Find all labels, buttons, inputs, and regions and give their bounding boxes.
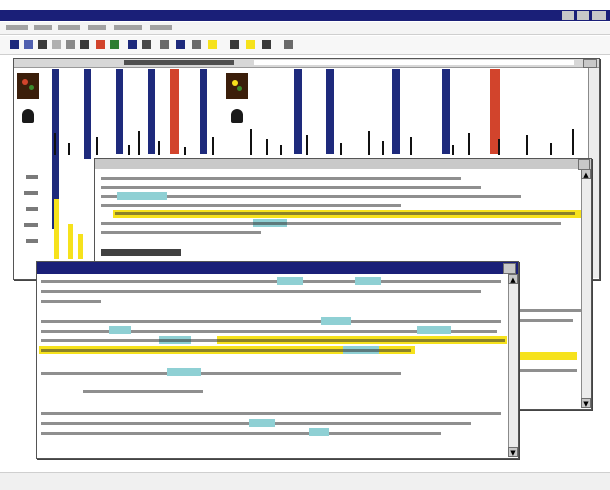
- front-close-button[interactable]: [503, 263, 516, 274]
- menu-item-tools[interactable]: [88, 25, 106, 30]
- front-window-titlebar: [37, 262, 518, 274]
- menu-item-file[interactable]: [6, 25, 28, 30]
- yellow-bar: [78, 234, 83, 259]
- cyan-highlight[interactable]: [355, 277, 381, 285]
- text-line: [41, 280, 501, 283]
- section-heading: [101, 249, 181, 256]
- status-bar: [0, 472, 610, 490]
- text-line: [101, 186, 481, 189]
- matrix-close-button[interactable]: [583, 59, 597, 68]
- front-vertical-scrollbar[interactable]: ▲ ▼: [508, 274, 518, 457]
- text-line: [41, 412, 501, 415]
- save-icon[interactable]: [38, 40, 47, 49]
- row-labels: [18, 171, 46, 261]
- open-icon[interactable]: [24, 40, 33, 49]
- cyan-highlight[interactable]: [321, 317, 351, 325]
- underline-icon[interactable]: [246, 40, 255, 49]
- text-line: [101, 177, 461, 180]
- thumbnail-image-2[interactable]: [226, 73, 248, 99]
- scroll-up-button[interactable]: ▲: [508, 274, 518, 284]
- maximize-button[interactable]: [577, 11, 589, 20]
- align-right-icon[interactable]: [192, 40, 201, 49]
- text-line: [41, 300, 101, 303]
- cyan-highlight[interactable]: [277, 277, 303, 285]
- yellow-bar: [68, 224, 73, 259]
- text-line: [513, 319, 573, 322]
- scroll-down-button[interactable]: ▼: [508, 447, 518, 457]
- scroll-up-button[interactable]: ▲: [581, 169, 591, 179]
- scroll-down-button[interactable]: ▼: [581, 398, 591, 408]
- paste-icon[interactable]: [96, 40, 105, 49]
- menu-item-window[interactable]: [114, 25, 142, 30]
- histogram: [44, 119, 584, 155]
- cyan-highlight[interactable]: [309, 428, 329, 436]
- front-document-window[interactable]: ▲ ▼: [36, 261, 519, 459]
- zoom-icon[interactable]: [142, 40, 151, 49]
- text-line: [41, 290, 481, 293]
- text-line: [41, 349, 411, 352]
- text-line: [41, 320, 501, 323]
- close-button[interactable]: [592, 11, 606, 20]
- text-line: [41, 432, 441, 435]
- menu-item-edit[interactable]: [34, 25, 52, 30]
- bold-icon[interactable]: [208, 40, 217, 49]
- undo-icon[interactable]: [110, 40, 119, 49]
- minimize-button[interactable]: [562, 11, 574, 20]
- cyan-highlight[interactable]: [249, 419, 275, 427]
- person-icon: [22, 109, 34, 123]
- list-icon[interactable]: [262, 40, 271, 49]
- text-line: [115, 212, 575, 215]
- cyan-highlight[interactable]: [109, 326, 131, 334]
- new-doc-icon[interactable]: [10, 40, 19, 49]
- middle-window-titlebar: [95, 159, 591, 169]
- text-line: [101, 231, 261, 234]
- matrix-window-title: [124, 60, 234, 65]
- menu-bar: [0, 22, 610, 35]
- find-icon[interactable]: [128, 40, 137, 49]
- yellow-highlight[interactable]: [515, 352, 577, 360]
- text-line: [41, 372, 401, 375]
- text-line: [513, 369, 577, 372]
- text-line: [101, 222, 561, 225]
- text-line: [101, 204, 401, 207]
- cyan-highlight[interactable]: [167, 368, 201, 376]
- thumbnail-image-1[interactable]: [17, 73, 39, 99]
- italic-icon[interactable]: [230, 40, 239, 49]
- copy-icon[interactable]: [80, 40, 89, 49]
- main-titlebar: [0, 10, 610, 21]
- align-center-icon[interactable]: [176, 40, 185, 49]
- text-line: [83, 390, 203, 393]
- matrix-window-header: [14, 59, 599, 68]
- toolbar: [0, 36, 610, 55]
- window-controls: [562, 11, 608, 20]
- text-line: [513, 309, 581, 312]
- menu-item-help[interactable]: [150, 25, 172, 30]
- middle-vertical-scrollbar[interactable]: ▲ ▼: [581, 169, 591, 408]
- help-icon[interactable]: [284, 40, 293, 49]
- menu-item-view[interactable]: [58, 25, 80, 30]
- print-icon[interactable]: [52, 40, 61, 49]
- yellow-bar: [54, 199, 59, 259]
- cut-icon[interactable]: [66, 40, 75, 49]
- align-left-icon[interactable]: [160, 40, 169, 49]
- cyan-highlight[interactable]: [117, 192, 167, 200]
- cyan-highlight[interactable]: [417, 326, 451, 334]
- text-line: [41, 339, 505, 342]
